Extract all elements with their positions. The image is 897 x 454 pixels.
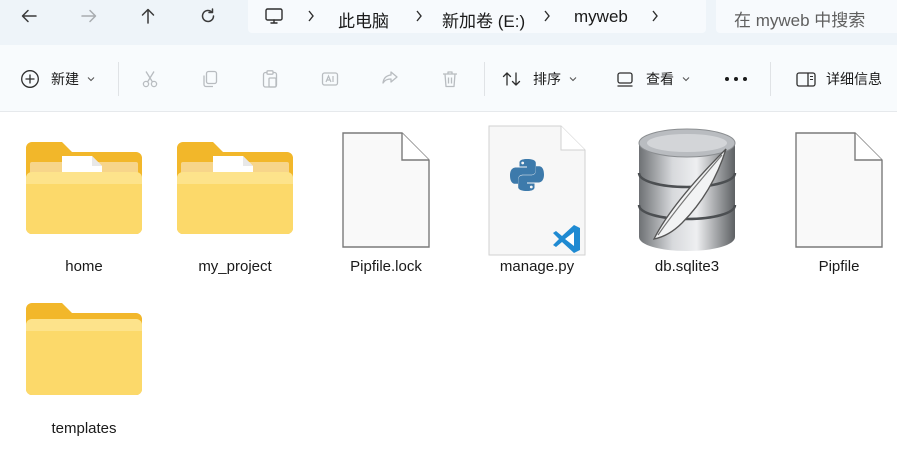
details-label: 详细信息 [826, 70, 882, 87]
refresh-button[interactable] [193, 2, 223, 30]
arrow-right-icon [81, 9, 97, 23]
breadcrumb-item-drive-e[interactable]: 新加卷 (E:) [442, 7, 525, 32]
details-button[interactable]: 详细信息 [795, 45, 882, 112]
sort-label: 排序 [533, 70, 561, 87]
file-name: manage.py [499, 258, 575, 275]
file-name: db.sqlite3 [654, 258, 720, 275]
file-item-manage-py[interactable]: manage.py [472, 125, 602, 285]
folder-icon [26, 303, 142, 395]
search-input[interactable]: 在 myweb 中搜索 [716, 0, 897, 33]
file-item-pipfile-lock[interactable]: Pipfile.lock [321, 125, 451, 285]
file-name: my_project [198, 258, 272, 275]
chevron-down-icon [682, 76, 690, 81]
toolbar-divider [118, 62, 119, 96]
address-bar-area: 此电脑 新加卷 (E:) myweb 在 myweb 中搜索 [0, 0, 897, 45]
scissors-icon [142, 70, 158, 87]
computer-icon [265, 8, 283, 24]
blank-file-icon [795, 132, 883, 248]
file-item-home[interactable]: home [19, 125, 149, 285]
copy-button[interactable] [200, 45, 220, 112]
sort-button[interactable]: 排序 [502, 45, 577, 112]
share-icon [382, 70, 398, 84]
share-button[interactable] [380, 45, 400, 112]
clipboard-icon [262, 69, 278, 88]
chevron-right-icon [652, 10, 658, 22]
breadcrumb-item-myweb[interactable]: myweb [574, 7, 628, 27]
chevron-right-icon [544, 10, 550, 22]
command-bar: 新建 排序 查看 详细信息 [0, 45, 897, 112]
sort-icon [502, 71, 521, 86]
delete-button[interactable] [440, 45, 460, 112]
folder-icon [177, 142, 293, 234]
file-name: home [65, 258, 103, 275]
file-item-my-project[interactable]: my_project [170, 125, 300, 285]
cut-button[interactable] [140, 45, 160, 112]
file-name: Pipfile.lock [350, 258, 422, 275]
toolbar-divider [770, 62, 771, 96]
file-name: templates [51, 420, 117, 437]
blank-file-icon [342, 132, 430, 248]
file-item-templates[interactable]: templates [19, 287, 149, 447]
rename-button[interactable] [320, 45, 340, 112]
python-file-icon [488, 125, 586, 256]
trash-icon [443, 70, 457, 87]
forward-button[interactable] [74, 2, 104, 30]
up-button[interactable] [133, 2, 163, 30]
arrow-left-icon [21, 9, 37, 23]
chevron-down-icon [569, 76, 577, 81]
paste-button[interactable] [260, 45, 280, 112]
file-name: Pipfile [818, 258, 860, 275]
address-field[interactable]: 此电脑 新加卷 (E:) myweb [248, 0, 706, 33]
toolbar-divider [484, 62, 485, 96]
refresh-icon [201, 8, 215, 23]
file-item-pipfile[interactable]: Pipfile [774, 125, 897, 285]
folder-icon [26, 142, 142, 234]
details-pane-icon [796, 71, 816, 87]
arrow-up-icon [141, 8, 155, 24]
more-options-button[interactable] [723, 45, 749, 112]
chevron-right-icon [416, 10, 422, 22]
view-button[interactable]: 查看 [615, 45, 690, 112]
more-icon [725, 76, 747, 81]
rename-icon [321, 71, 339, 86]
chevron-down-icon [87, 76, 95, 81]
database-icon [637, 128, 737, 251]
search-placeholder: 在 myweb 中搜索 [734, 11, 866, 30]
new-label: 新建 [51, 70, 79, 87]
view-label: 查看 [646, 70, 674, 87]
file-item-db-sqlite3[interactable]: db.sqlite3 [622, 125, 752, 285]
new-button[interactable]: 新建 [20, 45, 95, 112]
back-button[interactable] [14, 2, 44, 30]
breadcrumb-item-this-pc[interactable]: 此电脑 [338, 7, 389, 32]
copy-icon [203, 70, 218, 87]
view-icon [617, 71, 633, 87]
chevron-right-icon [308, 10, 314, 22]
plus-circle-icon [21, 69, 39, 88]
